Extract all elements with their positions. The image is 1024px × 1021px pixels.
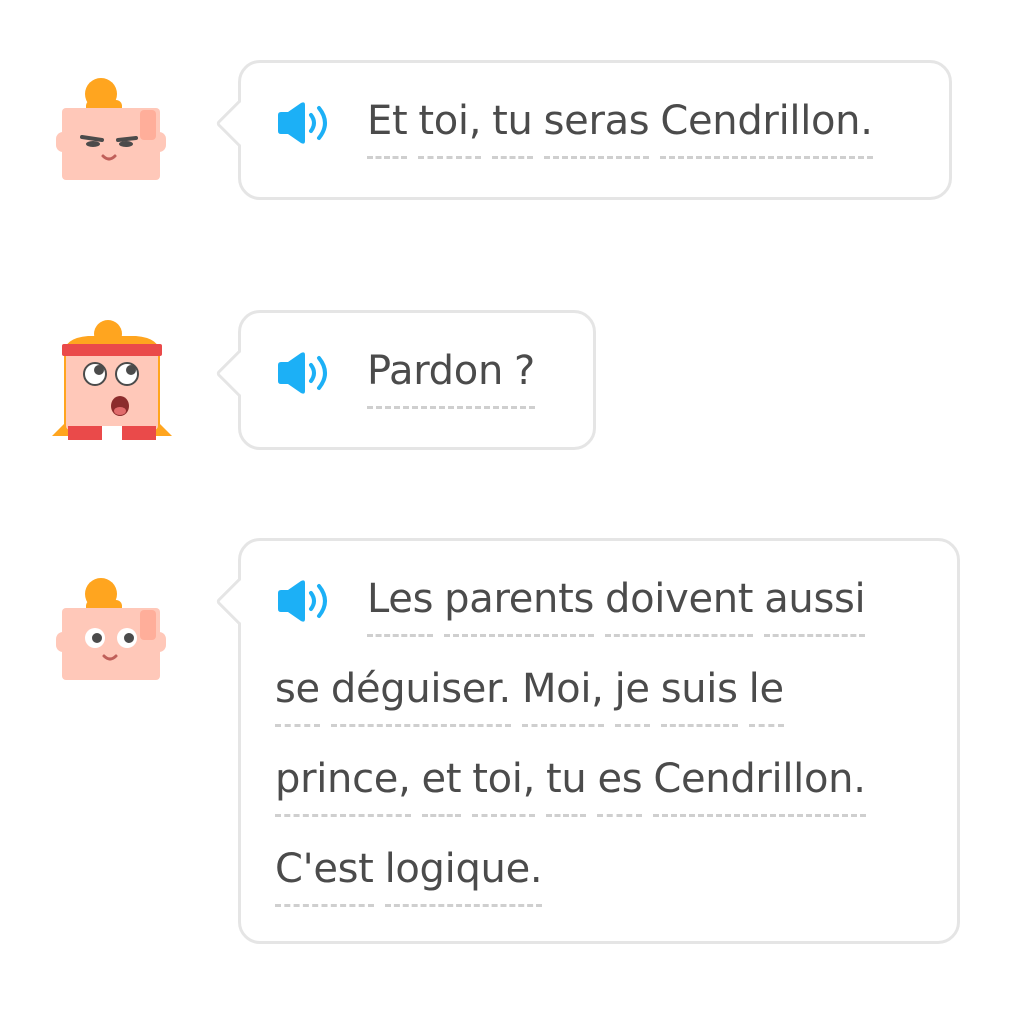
message-text-line: C'est logique. bbox=[275, 845, 543, 907]
word[interactable]: prince, bbox=[275, 755, 411, 817]
message-text-line: Et toi, tu seras Cendrillon. bbox=[367, 97, 873, 159]
word[interactable]: C'est bbox=[275, 845, 374, 907]
word[interactable]: aussi bbox=[764, 575, 866, 637]
word[interactable]: logique. bbox=[384, 845, 543, 907]
word[interactable]: déguiser. bbox=[330, 665, 511, 727]
word[interactable]: Cendrillon. bbox=[653, 755, 866, 817]
speaker-icon[interactable] bbox=[275, 351, 339, 395]
word[interactable]: doivent bbox=[605, 575, 754, 637]
message-text-line: Pardon? bbox=[367, 347, 535, 409]
word[interactable]: es bbox=[597, 755, 643, 817]
avatar-girl-headband bbox=[48, 318, 178, 448]
word[interactable]: Moi, bbox=[521, 665, 604, 727]
word[interactable]: je bbox=[614, 665, 650, 727]
word[interactable]: suis bbox=[660, 665, 738, 727]
message-text-line: se déguiser. Moi, je suis le bbox=[275, 665, 784, 727]
word[interactable]: Les bbox=[367, 575, 433, 637]
word[interactable]: parents bbox=[444, 575, 594, 637]
word[interactable]: Pardon? bbox=[367, 347, 535, 409]
speaker-icon[interactable] bbox=[275, 101, 339, 145]
message-bubble-1: Et toi, tu seras Cendrillon. bbox=[238, 60, 952, 200]
word[interactable]: Cendrillon. bbox=[660, 97, 873, 159]
word[interactable]: toi, bbox=[418, 97, 481, 159]
word[interactable]: et bbox=[421, 755, 462, 817]
word[interactable]: se bbox=[275, 665, 320, 727]
avatar-man bbox=[48, 572, 178, 702]
word[interactable]: le bbox=[748, 665, 784, 727]
message-text-line: prince, et toi, tu es Cendrillon. bbox=[275, 755, 866, 817]
word[interactable]: Et bbox=[367, 97, 408, 159]
avatar-man-glasses bbox=[48, 72, 178, 202]
speaker-icon[interactable] bbox=[275, 579, 339, 623]
message-bubble-3: Les parents doivent aussi se déguiser. Moi, je… bbox=[238, 538, 960, 944]
word[interactable]: seras bbox=[543, 97, 650, 159]
word[interactable]: tu bbox=[546, 755, 587, 817]
message-bubble-2: Pardon? bbox=[238, 310, 596, 450]
word[interactable]: tu bbox=[492, 97, 534, 159]
word[interactable]: toi, bbox=[472, 755, 535, 817]
message-text-line: Les parents doivent aussi bbox=[367, 575, 866, 637]
